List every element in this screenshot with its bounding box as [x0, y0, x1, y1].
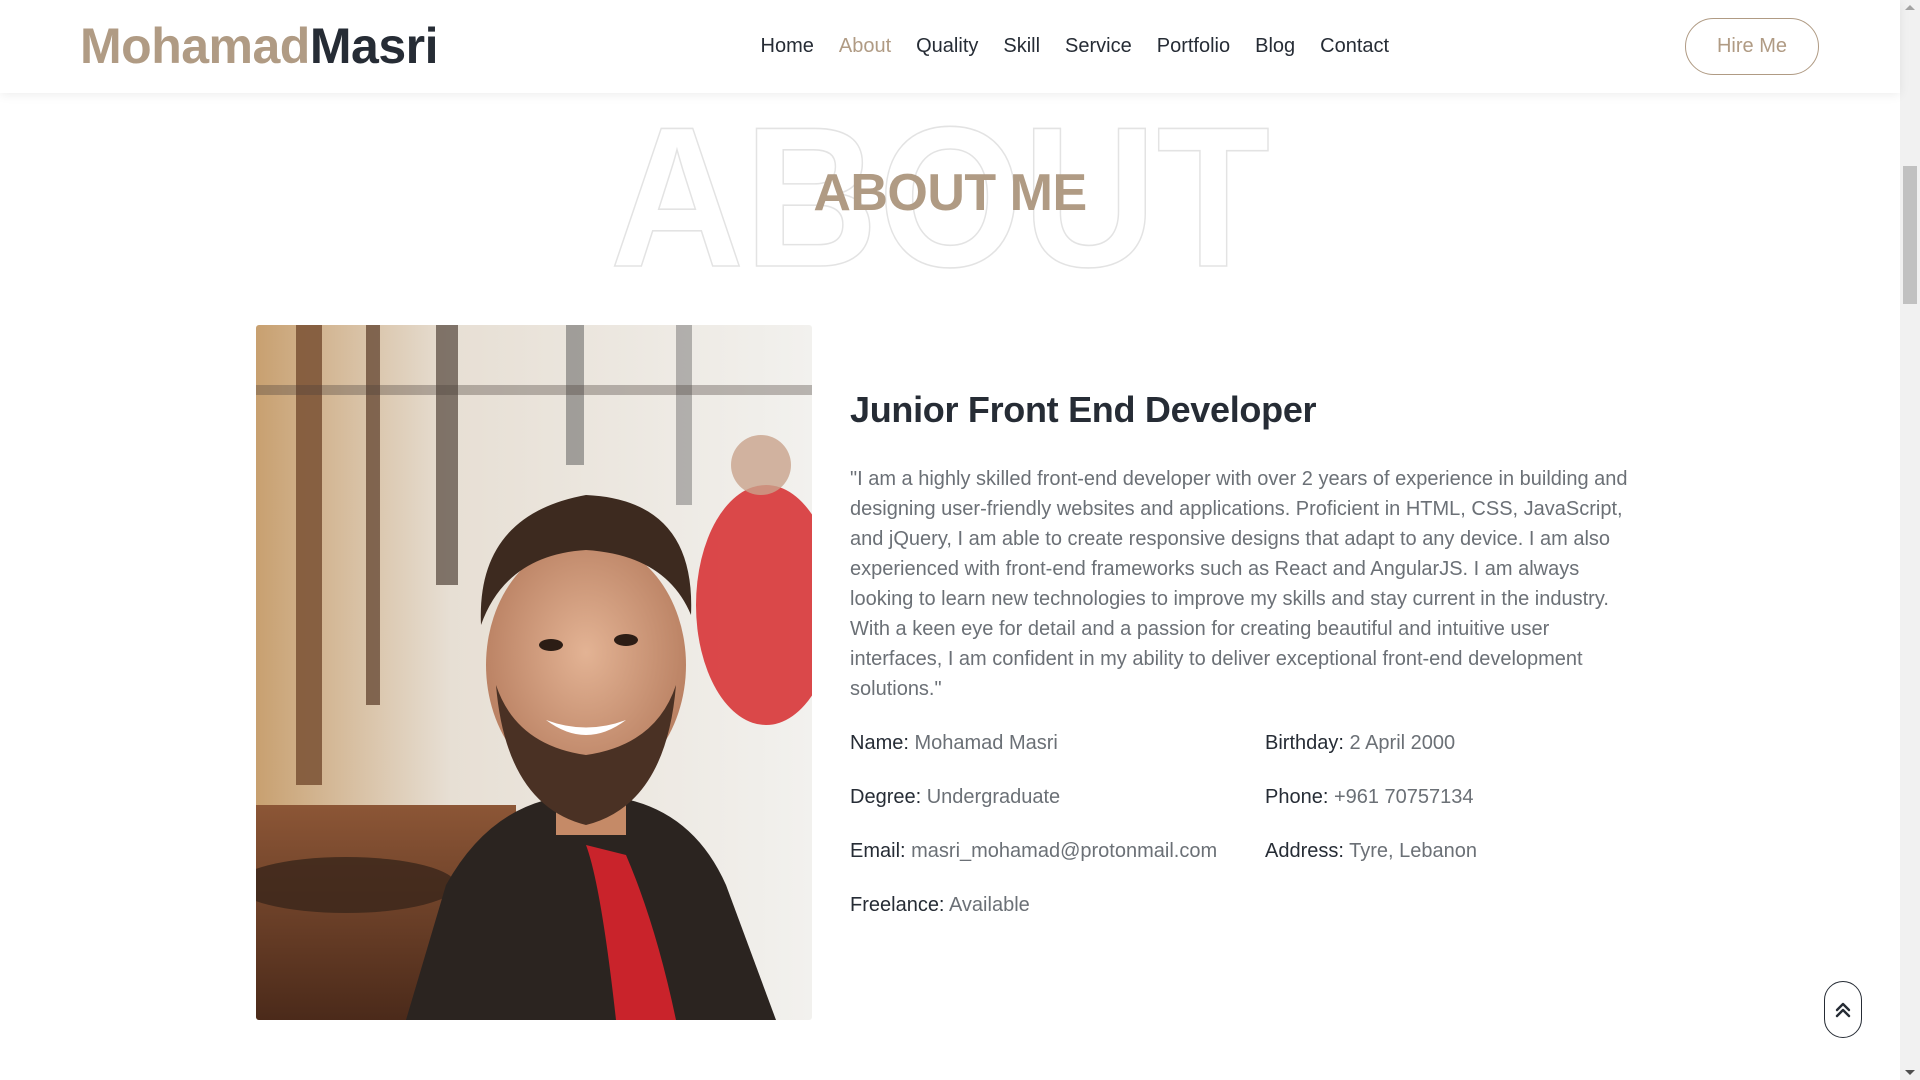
brand-first-name: Mohamad: [80, 18, 310, 74]
nav-portfolio[interactable]: Portfolio: [1144, 30, 1242, 62]
detail-label: Degree:: [850, 786, 922, 808]
section-heading: ABOUT ME: [813, 164, 1087, 222]
hire-me-button[interactable]: Hire Me: [1685, 18, 1819, 75]
nav-about[interactable]: About: [826, 30, 903, 62]
detail-phone: Phone: +961 70757134: [1265, 784, 1630, 810]
detail-label: Address:: [1265, 840, 1344, 862]
about-section-title: ABOUT ABOUT ME: [0, 93, 1900, 293]
nav-skill[interactable]: Skill: [991, 30, 1053, 62]
detail-name: Name: Mohamad Masri: [850, 730, 1265, 756]
profile-photo: [256, 325, 812, 1020]
detail-label: Phone:: [1265, 786, 1329, 808]
detail-label: Email:: [850, 840, 906, 862]
detail-label: Name:: [850, 732, 909, 754]
job-title: Junior Front End Developer: [850, 389, 1317, 430]
detail-label: Birthday:: [1265, 732, 1344, 754]
detail-degree: Degree: Undergraduate: [850, 784, 1265, 810]
detail-label: Freelance:: [850, 894, 945, 916]
nav-service[interactable]: Service: [1053, 30, 1145, 62]
detail-address: Address: Tyre, Lebanon: [1265, 838, 1630, 864]
brand-last-name: Masri: [309, 18, 439, 74]
detail-freelance: Freelance: Available: [850, 892, 1265, 918]
site-header: MohamadMasri Home About Quality Skill Se…: [0, 0, 1900, 93]
profile-photo-image: [256, 325, 812, 1020]
detail-value: masri_mohamad@protonmail.com: [911, 840, 1218, 862]
personal-details: Name: Mohamad Masri Birthday: 2 April 20…: [850, 730, 1630, 918]
detail-birthday: Birthday: 2 April 2000: [1265, 730, 1630, 756]
nav-home[interactable]: Home: [748, 30, 826, 62]
nav-quality[interactable]: Quality: [904, 30, 991, 62]
page-scrollbar[interactable]: [1900, 0, 1920, 1080]
detail-value: Undergraduate: [926, 786, 1061, 808]
detail-value: Tyre, Lebanon: [1349, 840, 1478, 862]
about-info: Junior Front End Developer "I am a highl…: [850, 385, 1630, 918]
nav-blog[interactable]: Blog: [1243, 30, 1308, 62]
main-nav: Home About Quality Skill Service Portfol…: [748, 30, 1402, 62]
detail-value: +961 70757134: [1333, 786, 1474, 808]
scroll-to-top-button[interactable]: [1824, 981, 1862, 1038]
scroll-down-arrow-icon[interactable]: [1905, 1070, 1915, 1075]
scroll-up-arrow-icon[interactable]: [1905, 5, 1915, 10]
brand-logo[interactable]: MohamadMasri: [80, 14, 438, 78]
detail-value: Mohamad Masri: [914, 732, 1058, 754]
double-chevron-up-icon: [1835, 1002, 1851, 1017]
detail-email: Email: masri_mohamad@protonmail.com: [850, 838, 1265, 864]
nav-contact[interactable]: Contact: [1308, 30, 1402, 62]
detail-value: 2 April 2000: [1349, 732, 1456, 754]
bio-paragraph: "I am a highly skilled front-end develop…: [850, 468, 1628, 700]
scrollbar-thumb[interactable]: [1903, 166, 1917, 304]
detail-value: Available: [948, 894, 1030, 916]
